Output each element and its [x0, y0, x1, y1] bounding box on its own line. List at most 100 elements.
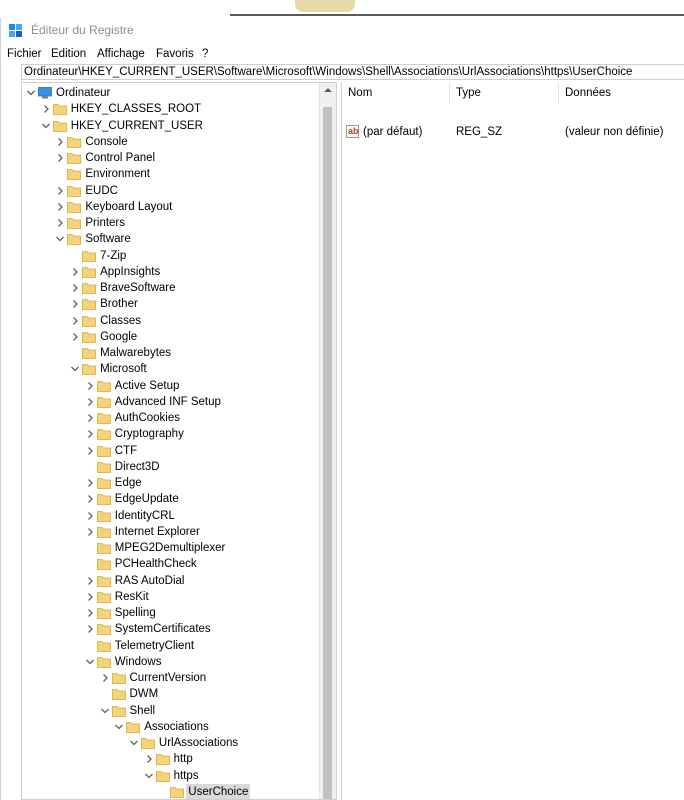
- key-tree-pane[interactable]: Ordinateur HKEY_CLASSES_ROOT HKEY_CURRENT_…: [21, 82, 337, 800]
- chevron-right-icon[interactable]: [70, 283, 80, 293]
- tree-node[interactable]: 7-Zip: [22, 248, 320, 264]
- tree-node[interactable]: EdgeUpdate: [22, 491, 320, 507]
- tree-node[interactable]: SystemCertificates: [22, 621, 320, 637]
- chevron-right-icon[interactable]: [100, 673, 110, 683]
- value-row[interactable]: ab (par défaut) REG_SZ (valeur non défin…: [342, 124, 684, 140]
- tree-node[interactable]: Software: [22, 231, 320, 247]
- chevron-right-icon[interactable]: [55, 153, 65, 163]
- chevron-right-icon[interactable]: [70, 332, 80, 342]
- tree-node[interactable]: Advanced INF Setup: [22, 394, 320, 410]
- tree-node[interactable]: https: [22, 768, 320, 784]
- chevron-right-icon[interactable]: [85, 446, 95, 456]
- tree-node[interactable]: Associations: [22, 719, 320, 735]
- chevron-right-icon[interactable]: [55, 218, 65, 228]
- tree-node[interactable]: Environment: [22, 166, 320, 182]
- tree-node[interactable]: Shell: [22, 703, 320, 719]
- tree-node[interactable]: TelemetryClient: [22, 638, 320, 654]
- tree-node[interactable]: Windows: [22, 654, 320, 670]
- column-header-data[interactable]: Données: [559, 82, 684, 104]
- tree-node-label: Environment: [85, 168, 150, 181]
- menu-affichage[interactable]: Affichage: [97, 45, 145, 63]
- chevron-down-icon[interactable]: [26, 88, 36, 98]
- tree-node[interactable]: Keyboard Layout: [22, 199, 320, 215]
- menu-favoris[interactable]: Favoris: [156, 45, 194, 63]
- chevron-right-icon[interactable]: [85, 397, 95, 407]
- chevron-right-icon[interactable]: [41, 104, 51, 114]
- chevron-right-icon[interactable]: [70, 316, 80, 326]
- chevron-right-icon[interactable]: [55, 186, 65, 196]
- menu-help[interactable]: ?: [202, 45, 208, 63]
- tree-node[interactable]: HKEY_CLASSES_ROOT: [22, 101, 320, 117]
- tree-node[interactable]: Cryptography: [22, 426, 320, 442]
- tree-node[interactable]: MPEG2Demultiplexer: [22, 540, 320, 556]
- chevron-down-icon[interactable]: [55, 234, 65, 244]
- tree-node[interactable]: AuthCookies: [22, 410, 320, 426]
- tree-node[interactable]: Console: [22, 134, 320, 150]
- tree-node[interactable]: Printers: [22, 215, 320, 231]
- chevron-right-icon[interactable]: [85, 478, 95, 488]
- chevron-right-icon[interactable]: [85, 429, 95, 439]
- chevron-right-icon[interactable]: [70, 299, 80, 309]
- chevron-right-icon[interactable]: [85, 576, 95, 586]
- folder-icon: [82, 315, 96, 327]
- chevron-right-icon[interactable]: [85, 381, 95, 391]
- tree-node[interactable]: EUDC: [22, 183, 320, 199]
- tree-node[interactable]: Google: [22, 329, 320, 345]
- address-bar[interactable]: Ordinateur\HKEY_CURRENT_USER\Software\Mi…: [21, 64, 684, 80]
- chevron-right-icon[interactable]: [85, 527, 95, 537]
- tree-node[interactable]: Active Setup: [22, 378, 320, 394]
- chevron-right-icon[interactable]: [85, 608, 95, 618]
- chevron-right-icon[interactable]: [144, 754, 154, 764]
- tree-node[interactable]: DWM: [22, 686, 320, 702]
- tree-node[interactable]: BraveSoftware: [22, 280, 320, 296]
- tree-node[interactable]: Direct3D: [22, 459, 320, 475]
- tree-node[interactable]: AppInsights: [22, 264, 320, 280]
- tree-node[interactable]: UserChoice: [22, 783, 320, 799]
- values-list-pane[interactable]: Nom Type Données ab (par défaut) REG_SZ …: [341, 82, 684, 800]
- tree-node[interactable]: Ordinateur: [22, 85, 320, 101]
- chevron-down-icon[interactable]: [114, 722, 124, 732]
- tree-node[interactable]: HKEY_CURRENT_USER: [22, 118, 320, 134]
- tree-node[interactable]: Malwarebytes: [22, 345, 320, 361]
- chevron-right-icon[interactable]: [85, 624, 95, 634]
- chevron-down-icon[interactable]: [41, 121, 51, 131]
- tree-node[interactable]: PCHealthCheck: [22, 556, 320, 572]
- chevron-right-icon[interactable]: [85, 592, 95, 602]
- tree-vertical-scrollbar[interactable]: [319, 83, 336, 799]
- tree-node[interactable]: Microsoft: [22, 361, 320, 377]
- chevron-down-icon[interactable]: [85, 657, 95, 667]
- tree-node[interactable]: CurrentVersion: [22, 670, 320, 686]
- scrollbar-thumb[interactable]: [323, 107, 332, 799]
- chevron-right-icon[interactable]: [55, 137, 65, 147]
- folder-icon: [111, 705, 126, 717]
- tree-node[interactable]: UrlAssociations: [22, 735, 320, 751]
- menu-edition[interactable]: Edition: [51, 45, 86, 63]
- tree-node[interactable]: IdentityCRL: [22, 508, 320, 524]
- chevron-right-icon[interactable]: [85, 511, 95, 521]
- scroll-up-arrow-icon[interactable]: [324, 88, 332, 92]
- tree-node[interactable]: ResKit: [22, 589, 320, 605]
- value-data: (valeur non définie): [565, 126, 664, 138]
- tree-node[interactable]: Classes: [22, 313, 320, 329]
- tree-node[interactable]: http: [22, 751, 320, 767]
- chevron-right-icon[interactable]: [70, 267, 80, 277]
- chevron-down-icon[interactable]: [144, 771, 154, 781]
- column-header-name[interactable]: Nom: [342, 82, 450, 104]
- menu-fichier[interactable]: Fichier: [7, 45, 42, 63]
- chevron-down-icon[interactable]: [129, 738, 139, 748]
- chevron-right-icon[interactable]: [85, 494, 95, 504]
- tree-node[interactable]: Control Panel: [22, 150, 320, 166]
- chevron-right-icon[interactable]: [85, 413, 95, 423]
- title-bar[interactable]: Éditeur du Registre: [1, 18, 684, 44]
- tree-node-label: Cryptography: [114, 428, 184, 441]
- chevron-right-icon[interactable]: [55, 202, 65, 212]
- tree-node[interactable]: RAS AutoDial: [22, 573, 320, 589]
- tree-node[interactable]: Spelling: [22, 605, 320, 621]
- tree-node[interactable]: Brother: [22, 296, 320, 312]
- tree-node[interactable]: Edge: [22, 475, 320, 491]
- tree-node[interactable]: CTF: [22, 443, 320, 459]
- tree-node[interactable]: Internet Explorer: [22, 524, 320, 540]
- chevron-down-icon[interactable]: [70, 364, 80, 374]
- column-header-type[interactable]: Type: [450, 82, 559, 104]
- chevron-down-icon[interactable]: [100, 706, 110, 716]
